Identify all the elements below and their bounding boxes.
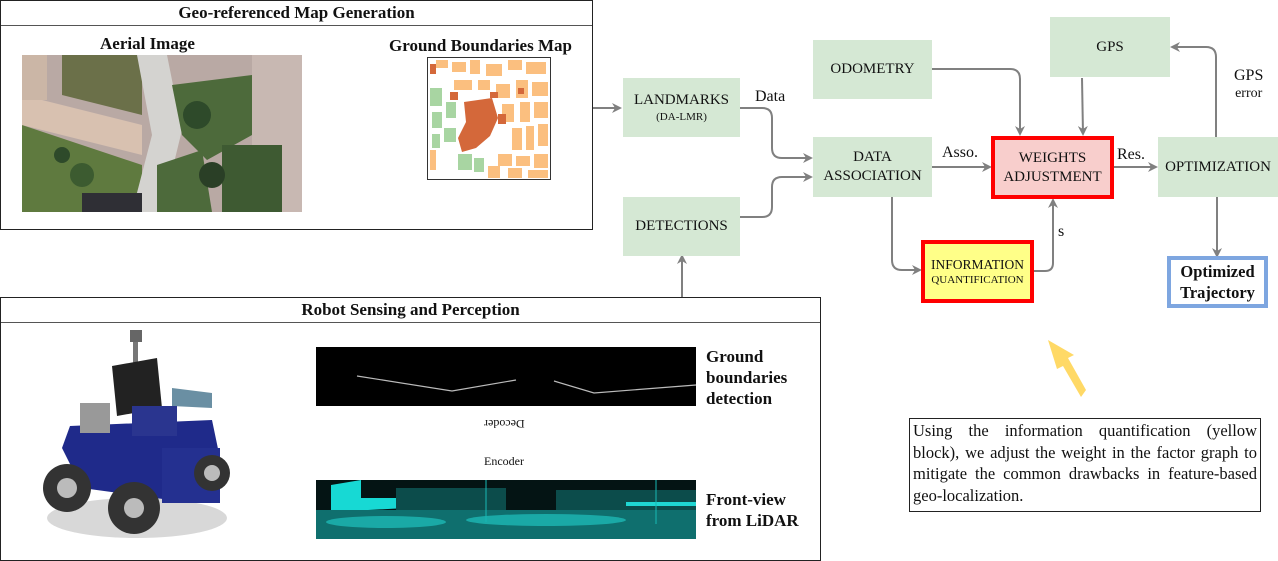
explanation-note: Using the information quantification (ye…: [909, 418, 1261, 512]
optimized-trajectory-block: Optimized Trajectory: [1167, 256, 1268, 308]
arrow-landmarks-to-data-association: [740, 107, 813, 163]
odometry-block: ODOMETRY: [813, 40, 932, 99]
map-generation-title: Geo-referenced Map Generation: [1, 1, 592, 26]
landmarks-block: LANDMARKS (DA-LMR): [623, 78, 740, 137]
edge-label-res: Res.: [1117, 146, 1145, 163]
robot-sensing-title: Robot Sensing and Perception: [1, 298, 820, 323]
edge-label-asso: Asso.: [942, 144, 979, 161]
edge-label-data: Data: [755, 88, 786, 105]
lidar-front-view-label: Front-view from LiDAR: [706, 490, 799, 530]
gps-block: GPS: [1050, 17, 1170, 77]
ground-boundaries-detection-image: [316, 347, 696, 406]
ground-boundaries-map-image: [427, 57, 551, 180]
arrow-detections-to-data-association: [740, 172, 813, 218]
robot-image: [22, 328, 237, 548]
arrow-optimization-to-gps: [1170, 42, 1217, 137]
data-association-block: DATA ASSOCIATION: [813, 137, 932, 197]
edge-label-gps-error: GPS error: [1234, 67, 1264, 101]
arrow-odometry-to-weights: [932, 68, 1025, 136]
optimization-block: OPTIMIZATION: [1158, 137, 1278, 197]
weights-adjustment-block: WEIGHTS ADJUSTMENT: [991, 136, 1114, 199]
decoder-label: Decoder: [484, 417, 525, 431]
lidar-front-view-image: [316, 480, 696, 539]
aerial-image-label: Aerial Image: [100, 34, 195, 53]
detections-block: DETECTIONS: [623, 197, 740, 256]
arrow-gps-to-weights: [1077, 77, 1088, 136]
encoder-label: Encoder: [484, 454, 524, 468]
arrow-info-to-weights: [1034, 198, 1058, 272]
ground-boundaries-map-label: Ground Boundaries Map: [389, 36, 572, 55]
hint-arrow-icon: [1048, 340, 1086, 397]
ground-boundaries-detection-label: Ground boundaries detection: [706, 347, 788, 408]
edge-label-s: s: [1058, 223, 1065, 240]
arrow-data-association-to-info: [891, 197, 922, 275]
information-quantification-block: INFORMATION QUANTIFICATION: [921, 240, 1034, 303]
aerial-image: [22, 55, 302, 212]
